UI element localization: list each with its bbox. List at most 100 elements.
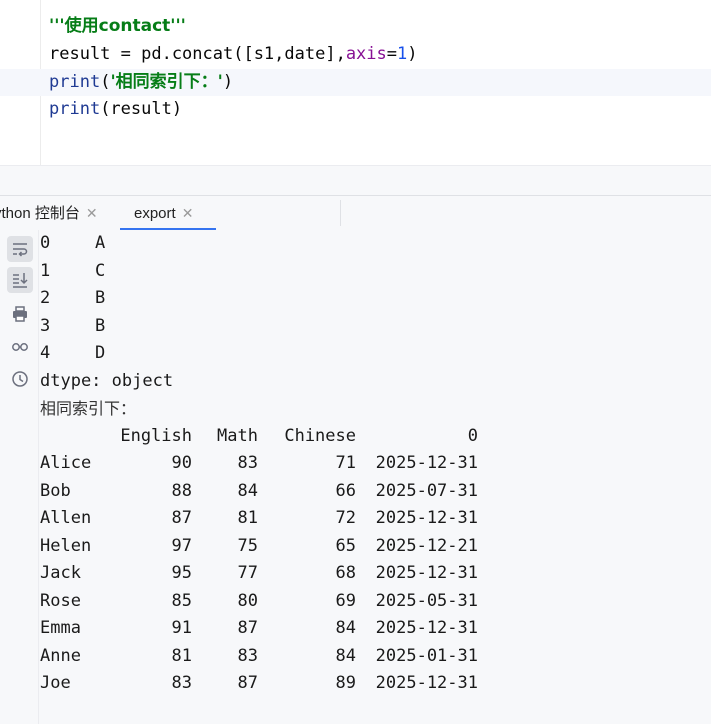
code-token: 1 bbox=[397, 44, 408, 64]
series-value: B bbox=[95, 288, 106, 308]
cell-english: 90 bbox=[171, 453, 192, 473]
series-line: 0A bbox=[40, 230, 711, 258]
row-label: Jack bbox=[40, 563, 81, 583]
row-label: Anne bbox=[40, 645, 81, 666]
code-token: ) bbox=[222, 72, 234, 92]
tab-python-console[interactable]: ython 控制台 ✕ bbox=[0, 196, 98, 230]
row-label: Emma bbox=[40, 618, 81, 638]
table-row: Allen 87 81 72 2025-12-31 bbox=[40, 505, 711, 533]
series-index: 0 bbox=[40, 233, 51, 253]
history-icon bbox=[12, 371, 28, 387]
row-label: Rose bbox=[40, 590, 81, 611]
tab-divider bbox=[340, 200, 341, 226]
cell-english: 83 bbox=[171, 673, 192, 693]
cell-english: 91 bbox=[171, 618, 192, 638]
cell-chinese: 89 bbox=[335, 673, 356, 693]
table-header: English Math Chinese 0 bbox=[40, 423, 711, 451]
series-index: 1 bbox=[40, 260, 51, 281]
scroll-to-end-button[interactable] bbox=[7, 267, 33, 293]
history-button[interactable] bbox=[7, 366, 33, 392]
console-toolbar bbox=[0, 230, 39, 724]
table-row: Bob 88 84 66 2025-07-31 bbox=[40, 478, 711, 506]
output-heading: 相同索引下： bbox=[40, 399, 137, 418]
cell-english: 88 bbox=[171, 480, 192, 501]
code-token: print bbox=[49, 72, 101, 92]
row-label: Allen bbox=[40, 508, 92, 528]
series-value: B bbox=[95, 315, 106, 336]
cell-chinese: 71 bbox=[335, 453, 356, 473]
cell-math: 77 bbox=[237, 563, 258, 583]
table-row: Joe 83 87 89 2025-12-31 bbox=[40, 670, 711, 698]
cell-math: 84 bbox=[237, 480, 258, 501]
cell-date: 2025-07-31 bbox=[375, 480, 478, 501]
cell-english: 85 bbox=[171, 590, 192, 611]
code-line[interactable]: '''使用contact''' bbox=[49, 13, 186, 40]
view-button[interactable] bbox=[7, 333, 33, 359]
cell-chinese: 84 bbox=[335, 645, 356, 666]
cell-chinese: 66 bbox=[335, 480, 356, 501]
cell-math: 75 bbox=[237, 535, 258, 556]
cell-date: 2025-12-31 bbox=[375, 618, 478, 638]
cell-date: 2025-12-31 bbox=[375, 508, 478, 528]
cell-chinese: 84 bbox=[335, 618, 356, 638]
series-index: 3 bbox=[40, 315, 51, 336]
cell-english: 97 bbox=[171, 535, 192, 556]
code-token: '相同索引下：' bbox=[110, 72, 223, 92]
row-label: Alice bbox=[40, 453, 92, 473]
cell-date: 2025-05-31 bbox=[375, 590, 478, 611]
cell-math: 83 bbox=[237, 453, 258, 473]
table-row: Rose 85 80 69 2025-05-31 bbox=[40, 588, 711, 616]
cell-math: 83 bbox=[237, 645, 258, 666]
cell-english: 81 bbox=[171, 645, 192, 666]
row-label: Joe bbox=[40, 673, 71, 693]
code-editor[interactable]: '''使用contact''' result = pd.concat([s1,da… bbox=[0, 0, 711, 165]
code-token: (result) bbox=[100, 99, 183, 119]
series-index: 2 bbox=[40, 288, 51, 308]
series-value: A bbox=[95, 233, 106, 253]
table-row: Helen 97 75 65 2025-12-21 bbox=[40, 533, 711, 561]
table-row: Alice 90 83 71 2025-12-31 bbox=[40, 450, 711, 478]
code-token: ( bbox=[100, 72, 111, 92]
code-token: result = pd.concat([s1,date], bbox=[49, 44, 346, 64]
code-line[interactable]: result = pd.concat([s1,date],axis=1) bbox=[49, 41, 418, 68]
cell-english: 95 bbox=[171, 563, 192, 583]
column-header: Chinese bbox=[284, 425, 356, 446]
code-token: = bbox=[386, 44, 398, 64]
cell-date: 2025-12-31 bbox=[375, 453, 478, 473]
code-token: axis bbox=[345, 44, 387, 64]
tab-label: export bbox=[134, 205, 176, 222]
table-row: Emma 91 87 84 2025-12-31 bbox=[40, 615, 711, 643]
cell-math: 81 bbox=[237, 508, 258, 528]
cell-chinese: 65 bbox=[335, 535, 356, 556]
cell-math: 80 bbox=[237, 590, 258, 611]
series-value: D bbox=[95, 343, 106, 363]
cell-date: 2025-12-31 bbox=[375, 563, 478, 583]
cell-math: 87 bbox=[237, 618, 258, 638]
code-token: print bbox=[49, 99, 101, 119]
series-index: 4 bbox=[40, 343, 51, 363]
panel-divider[interactable] bbox=[0, 165, 711, 196]
code-line[interactable]: print(result) bbox=[49, 96, 182, 123]
code-line[interactable]: print('相同索引下：') bbox=[49, 69, 233, 96]
cell-chinese: 69 bbox=[335, 590, 356, 611]
cell-date: 2025-12-21 bbox=[375, 535, 478, 556]
soft-wrap-button[interactable] bbox=[7, 236, 33, 262]
cell-chinese: 68 bbox=[335, 563, 356, 583]
print-icon bbox=[13, 306, 27, 322]
series-value: C bbox=[95, 260, 106, 281]
row-label: Bob bbox=[40, 480, 71, 501]
print-button[interactable] bbox=[7, 301, 33, 327]
series-line: 2B bbox=[40, 285, 711, 313]
scroll-to-end-icon bbox=[13, 273, 28, 288]
soft-wrap-icon bbox=[13, 243, 28, 257]
column-header: 0 bbox=[467, 425, 478, 446]
series-line: 1C bbox=[40, 258, 711, 286]
tab-label: ython 控制台 bbox=[0, 205, 80, 222]
tab-export[interactable]: export ✕ bbox=[120, 196, 216, 231]
console-panel: 0 A 1 C 2 B 3 B 4 Ddtype: object 相同索引下： English Math… bbox=[0, 230, 711, 724]
close-icon[interactable]: ✕ bbox=[86, 205, 98, 221]
cell-date: 2025-12-31 bbox=[375, 673, 478, 693]
code-token: '''使用contact''' bbox=[49, 16, 186, 36]
console-output[interactable]: 0 A 1 C 2 B 3 B 4 Ddtype: object 相同索引下： English Math… bbox=[40, 230, 711, 724]
close-icon[interactable]: ✕ bbox=[182, 205, 194, 221]
